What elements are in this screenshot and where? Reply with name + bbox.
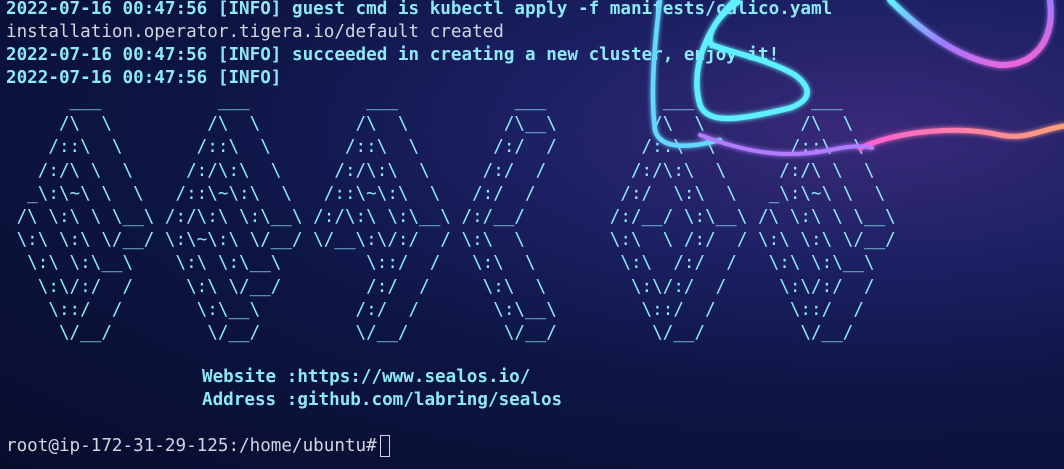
log-line-installation-created: installation.operator.tigera.io/default … [6, 22, 504, 42]
log-line-info: 2022-07-16 00:47:56 [INFO] [6, 68, 282, 88]
command-prompt[interactable]: root@ip-172-31-29-125:/home/ubuntu# [6, 434, 390, 458]
address-line: Address :github.com/labring/sealos [202, 390, 563, 410]
website-line: Website :https://www.sealos.io/ [202, 367, 531, 387]
sealos-ascii-banner: ___ ___ ___ ___ ___ ___ /\ \ /\ \ /\ \ /… [16, 91, 896, 344]
text-cursor[interactable] [379, 435, 390, 457]
log-line-kubectl-apply: 2022-07-16 00:47:56 [INFO] guest cmd is … [6, 0, 833, 19]
terminal-window[interactable]: 2022-07-16 00:47:56 [INFO] guest cmd is … [0, 0, 1064, 469]
log-line-cluster-success: 2022-07-16 00:47:56 [INFO] succeeded in … [6, 45, 780, 65]
prompt-text: root@ip-172-31-29-125:/home/ubuntu# [6, 436, 377, 456]
